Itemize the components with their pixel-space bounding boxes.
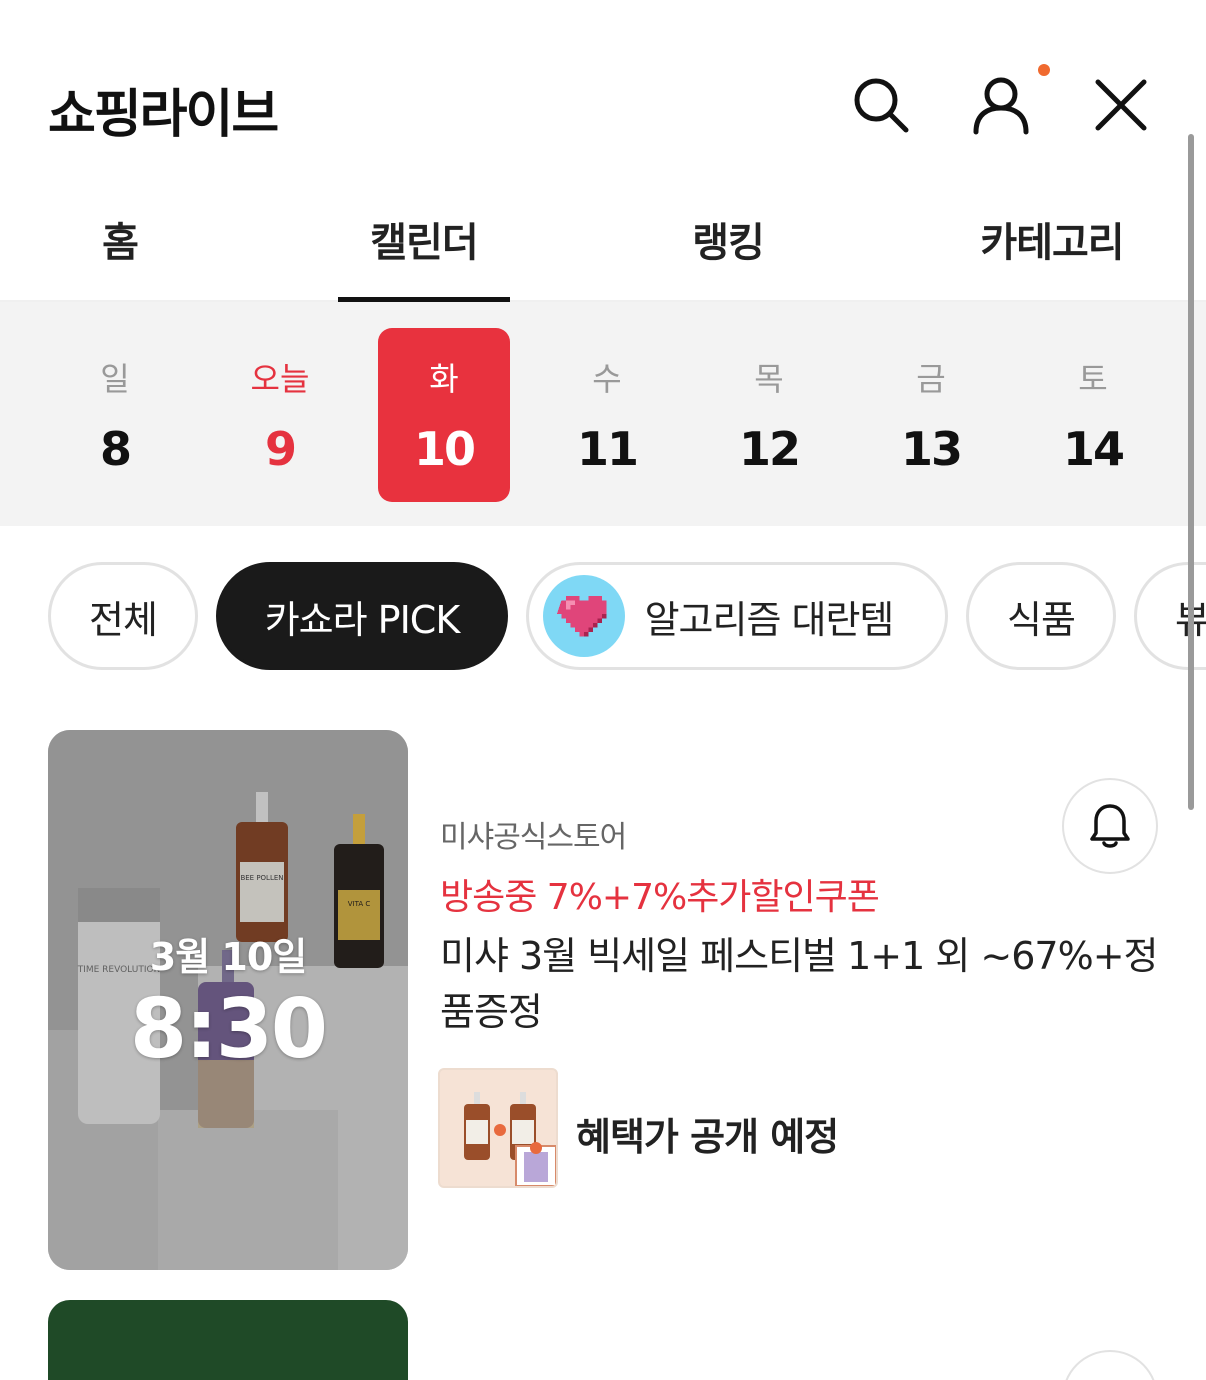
day-name: 목 [754, 360, 784, 398]
calendar-day-selected[interactable]: 화 10 [378, 328, 510, 502]
filter-chips: 전체 카쇼라 PICK 알고리즘 대란템 식품 뷰 [0, 562, 1206, 670]
chip-label: 카쇼라 PICK [264, 597, 461, 642]
day-number: 8 [99, 422, 132, 476]
tab-label: 랭킹 [692, 220, 765, 266]
bell-icon[interactable] [1062, 778, 1158, 874]
search-icon[interactable] [848, 72, 914, 138]
benefit-product-image[interactable] [438, 1068, 558, 1188]
calendar-day-sat[interactable]: 토 14 [1027, 328, 1159, 502]
page-title: 쇼핑라이브 [48, 85, 279, 145]
day-number: 10 [413, 422, 476, 476]
broadcast-thumbnail[interactable]: TIME REVOLUTION BEE POLLEN VITA C 3월 10일… [48, 730, 408, 1270]
day-number: 11 [576, 422, 639, 476]
promo-text: 방송중 7%+7%추가할인쿠폰 [440, 877, 880, 918]
notification-dot [1038, 64, 1050, 76]
broadcast-card[interactable]: TIME REVOLUTION BEE POLLEN VITA C 3월 10일… [48, 730, 1160, 1270]
calendar-day-thu[interactable]: 목 12 [703, 328, 835, 502]
broadcast-title[interactable]: 미샤 3월 빅세일 페스티벌 1+1 외 ~67%+정품증정 [440, 928, 1160, 1040]
broadcast-date: 3월 10일 [149, 935, 307, 979]
day-name: 일 [100, 360, 130, 398]
day-name: 수 [592, 360, 622, 398]
scrollbar[interactable] [1188, 134, 1194, 810]
chip-beauty[interactable]: 뷰 [1134, 562, 1206, 670]
calendar-day-sun[interactable]: 일 8 [49, 328, 181, 502]
chip-all[interactable]: 전체 [48, 562, 198, 670]
chip-kashora-pick[interactable]: 카쇼라 PICK [216, 562, 508, 670]
day-number: 9 [264, 422, 297, 476]
profile-icon[interactable] [968, 72, 1034, 138]
chip-label: 전체 [89, 597, 158, 642]
chip-label: 알고리즘 대란템 [644, 597, 895, 642]
broadcast-time: 8:30 [130, 982, 328, 1077]
next-bell-icon[interactable] [1062, 1350, 1158, 1380]
benefit-text: 혜택가 공개 예정 [576, 1115, 839, 1159]
chip-label: 식품 [1007, 597, 1076, 642]
pixel-heart-icon [542, 575, 625, 657]
day-name: 토 [1078, 360, 1108, 398]
tab-label: 카테고리 [980, 220, 1124, 266]
week-calendar: 일 8 오늘 9 화 10 수 11 목 12 금 13 토 14 [0, 302, 1206, 526]
chip-algorithm-hot[interactable]: 알고리즘 대란템 [526, 562, 948, 670]
tab-category[interactable]: 카테고리 [960, 210, 1144, 302]
tab-ranking[interactable]: 랭킹 [660, 210, 796, 302]
tab-calendar[interactable]: 캘린더 [338, 210, 510, 302]
main-tabs: 홈 캘린더 랭킹 카테고리 [0, 190, 1206, 302]
next-broadcast-thumbnail[interactable] [48, 1300, 408, 1380]
tab-label: 홈 [102, 220, 139, 266]
app-header: 쇼핑라이브 [0, 0, 1206, 190]
day-name: 금 [916, 360, 946, 398]
day-number: 14 [1062, 422, 1125, 476]
calendar-day-fri[interactable]: 금 13 [865, 328, 997, 502]
day-name: 화 [429, 360, 459, 398]
tab-label: 캘린더 [370, 220, 478, 266]
day-name: 오늘 [250, 360, 310, 398]
close-icon[interactable] [1088, 72, 1154, 138]
chip-food[interactable]: 식품 [966, 562, 1116, 670]
calendar-day-today[interactable]: 오늘 9 [214, 328, 346, 502]
tab-home[interactable]: 홈 [82, 210, 158, 302]
product-set-image [464, 1092, 556, 1186]
calendar-day-wed[interactable]: 수 11 [541, 328, 673, 502]
day-number: 12 [738, 422, 801, 476]
day-number: 13 [900, 422, 963, 476]
store-name[interactable]: 미샤공식스토어 [440, 812, 627, 856]
